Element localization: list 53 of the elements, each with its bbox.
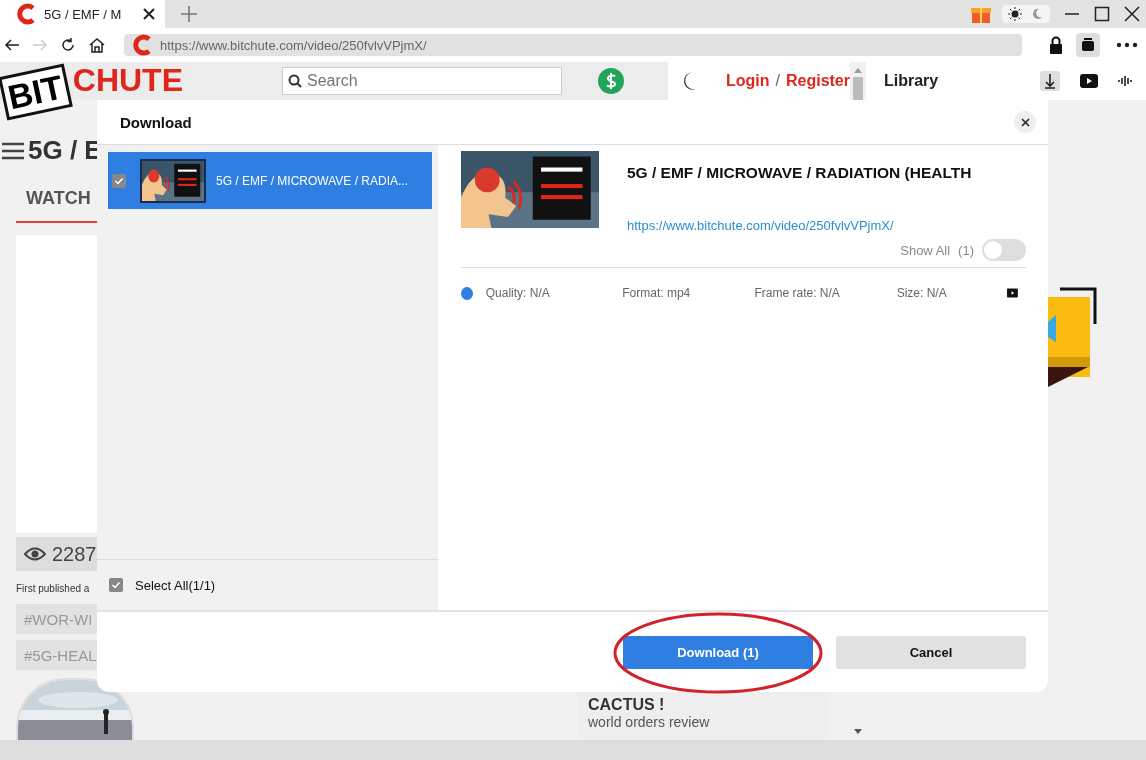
select-all-label[interactable]: Select All(1/1) bbox=[135, 577, 216, 593]
close-button[interactable] bbox=[1014, 111, 1036, 133]
more-icon[interactable] bbox=[1116, 42, 1138, 48]
video-list-item[interactable]: 5G / EMF / MICROWAVE / RADIA... bbox=[108, 152, 432, 209]
register-link[interactable]: Register bbox=[785, 72, 850, 90]
scroll-down-icon[interactable] bbox=[854, 729, 862, 734]
dialog-title: Download bbox=[120, 113, 192, 131]
reader-icon[interactable] bbox=[1076, 33, 1100, 57]
back-icon[interactable] bbox=[4, 37, 20, 53]
view-count: 2287 bbox=[52, 542, 97, 566]
search-icon[interactable] bbox=[288, 74, 302, 88]
sun-icon[interactable] bbox=[1008, 7, 1022, 21]
plus-icon[interactable] bbox=[179, 4, 199, 24]
cancel-button[interactable]: Cancel bbox=[836, 635, 1026, 669]
logo-badge[interactable]: BIT bbox=[0, 63, 73, 121]
login-link[interactable]: Login bbox=[725, 72, 770, 90]
logo-wordmark[interactable]: CHUTE bbox=[72, 63, 183, 97]
menu-icon[interactable] bbox=[2, 141, 24, 160]
count-label: (1) bbox=[958, 242, 974, 258]
reload-icon[interactable] bbox=[60, 37, 76, 53]
library-link[interactable]: Library bbox=[884, 72, 939, 90]
search-field[interactable]: Search bbox=[282, 67, 562, 95]
maximize-icon[interactable] bbox=[1094, 6, 1110, 22]
dollar-icon[interactable] bbox=[598, 68, 624, 94]
show-all-label: Show All bbox=[900, 242, 951, 258]
close-icon bbox=[1020, 117, 1030, 127]
publish-date: First published a bbox=[16, 583, 90, 594]
video-title: 5G / EMF / MICROWAVE / RADIATION (HEALTH bbox=[627, 164, 973, 182]
browser-tab[interactable]: 5G / EMF / M bbox=[0, 0, 165, 28]
checkbox[interactable] bbox=[109, 578, 123, 592]
quality-label: Quality: N/A bbox=[485, 286, 551, 300]
close-icon[interactable] bbox=[143, 8, 155, 20]
radio-button[interactable] bbox=[461, 286, 473, 300]
checkbox[interactable] bbox=[112, 173, 126, 188]
play-icon[interactable] bbox=[1007, 288, 1018, 298]
download-icon[interactable] bbox=[1040, 71, 1060, 91]
download-button[interactable]: Download (1) bbox=[623, 635, 813, 669]
frame-rate-label: Frame rate: N/A bbox=[754, 286, 841, 300]
eye-icon[interactable] bbox=[24, 547, 46, 561]
audio-icon[interactable] bbox=[1118, 75, 1134, 87]
size-label: Size: N/A bbox=[896, 286, 948, 300]
video-link[interactable]: https://www.bitchute.com/video/250fvlvVPjmX/ bbox=[627, 218, 1026, 233]
channel-name[interactable]: world orders review bbox=[588, 714, 828, 730]
related-title[interactable]: CACTUS ! bbox=[588, 696, 828, 714]
lock-icon[interactable] bbox=[1048, 36, 1064, 54]
toggle-switch[interactable] bbox=[982, 239, 1026, 261]
home-icon[interactable] bbox=[88, 37, 106, 53]
video-icon[interactable] bbox=[1080, 74, 1098, 88]
separator: / bbox=[775, 72, 780, 90]
close-icon[interactable] bbox=[1124, 6, 1140, 22]
address-field[interactable]: https://www.bitchute.com/video/250fvlvVPjmX/ bbox=[124, 34, 1022, 56]
horizontal-scrollbar[interactable] bbox=[0, 740, 1146, 760]
format-label: Format: mp4 bbox=[622, 286, 692, 300]
